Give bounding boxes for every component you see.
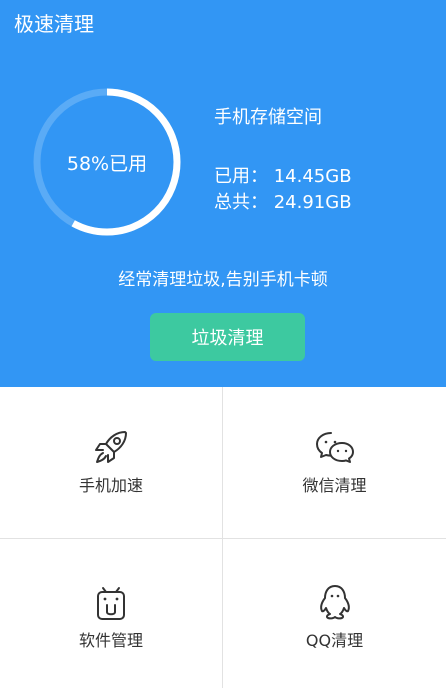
wechat-icon — [313, 425, 357, 469]
storage-panel: 极速清理 58%已用 手机存储空间 已用： 14.45GB 总共： 24.91G… — [0, 0, 446, 387]
tile-wechat-clean-label: 微信清理 — [302, 476, 367, 495]
storage-ring: 58%已用 — [32, 87, 182, 237]
tip-text: 经常清理垃圾,告别手机卡顿 — [118, 270, 328, 290]
tile-phone-boost-label: 手机加速 — [78, 476, 143, 495]
android-app-icon — [89, 581, 133, 625]
rocket-icon — [89, 425, 133, 469]
qq-penguin-icon — [313, 581, 357, 625]
app-title: 极速清理 — [14, 12, 94, 36]
ring-percent-text: 58%已用 — [66, 152, 148, 175]
tile-qq-clean[interactable]: QQ清理 — [223, 539, 446, 688]
used-storage: 已用： 14.45GB — [214, 166, 352, 187]
total-storage: 总共： 24.91GB — [214, 192, 352, 213]
tile-app-manager[interactable]: 软件管理 — [0, 539, 223, 688]
tile-app-manager-label: 软件管理 — [78, 631, 143, 650]
tile-wechat-clean[interactable]: 微信清理 — [223, 387, 446, 539]
storage-label: 手机存储空间 — [214, 107, 322, 128]
tools-grid: 手机加速 微信清理 软件管理 QQ清理 — [0, 387, 446, 688]
tile-qq-clean-label: QQ清理 — [305, 631, 364, 650]
tile-phone-boost[interactable]: 手机加速 — [0, 387, 223, 539]
junk-clean-button[interactable]: 垃圾清理 — [150, 313, 305, 361]
